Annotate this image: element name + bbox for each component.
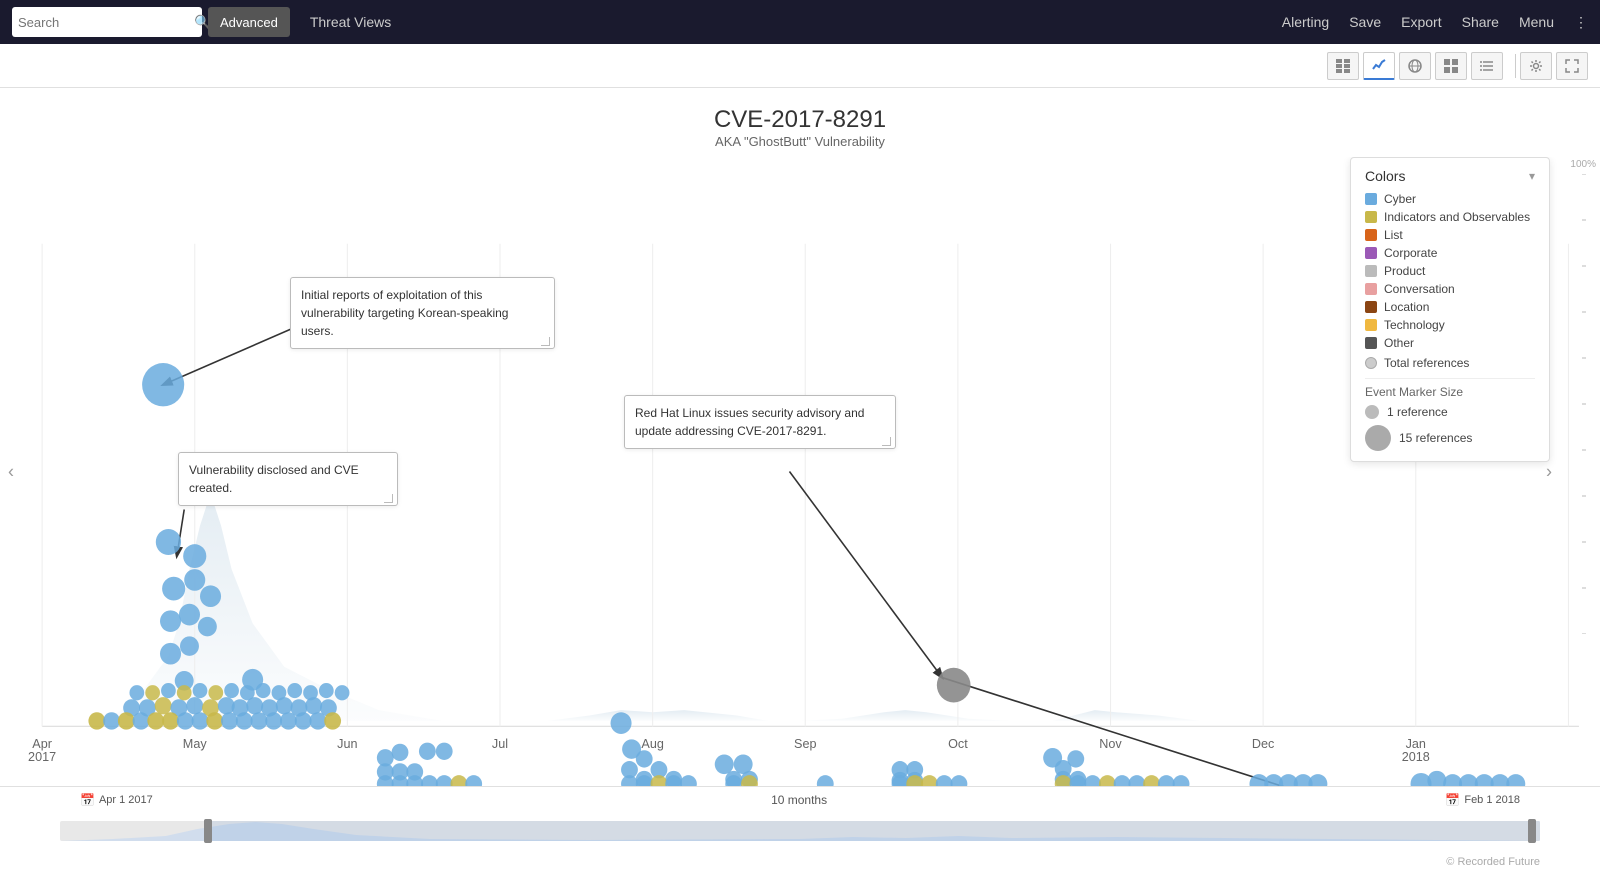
- size-item-small-label: 1 reference: [1387, 405, 1448, 419]
- total-ref-dot: [1365, 357, 1377, 369]
- annotation-2: Vulnerability disclosed and CVE created.: [178, 452, 398, 506]
- size-item-small: 1 reference: [1365, 405, 1535, 419]
- legend-item-indicators-and-observables: Indicators and Observables: [1365, 210, 1535, 224]
- timeline-section: 📅 Apr 1 2017 10 months 📅 Feb 1 2018: [0, 786, 1600, 874]
- nav-right: Alerting Save Export Share Menu ⋮: [1282, 14, 1588, 31]
- share-button[interactable]: Share: [1462, 14, 1499, 30]
- annotation-3: Red Hat Linux issues security advisory a…: [624, 395, 896, 449]
- date-labels-row: 📅 Apr 1 2017 10 months 📅 Feb 1 2018: [0, 787, 1600, 807]
- size-item-large: 15 references: [1365, 425, 1535, 451]
- start-date-label: 📅 Apr 1 2017: [80, 793, 153, 807]
- menu-dots-icon[interactable]: ⋮: [1574, 14, 1588, 31]
- main-content: CVE-2017-8291 AKA "GhostButt" Vulnerabil…: [0, 88, 1600, 874]
- large-circle: [1365, 425, 1391, 451]
- chart-view-button[interactable]: [1363, 52, 1395, 80]
- timeline-handle-left[interactable]: [204, 819, 212, 843]
- timeline-range: [208, 821, 1540, 841]
- cal-end-icon: 📅: [1445, 793, 1460, 807]
- advanced-button[interactable]: Advanced: [208, 7, 290, 37]
- percent-ticks: [1570, 174, 1586, 634]
- svg-text:Dec: Dec: [1252, 736, 1275, 751]
- top-nav: 🔍 Advanced Threat Views Alerting Save Ex…: [0, 0, 1600, 44]
- legend-divider: [1365, 378, 1535, 379]
- settings-button[interactable]: [1520, 52, 1552, 80]
- toolbar-separator: [1515, 54, 1516, 78]
- grid-view-button[interactable]: [1435, 52, 1467, 80]
- threat-views-label[interactable]: Threat Views: [310, 14, 391, 30]
- colors-legend-chevron[interactable]: ▾: [1529, 169, 1535, 183]
- chart-container: Apr 2017 May Jun Jul Aug Sep Oct Nov Dec…: [0, 157, 1600, 786]
- list-view-button[interactable]: [1471, 52, 1503, 80]
- svg-text:May: May: [183, 736, 207, 751]
- svg-text:Jul: Jul: [492, 736, 508, 751]
- toolbar: [0, 44, 1600, 88]
- timeline-bar: [60, 813, 1540, 849]
- legend-item-technology: Technology: [1365, 318, 1535, 332]
- colors-legend: Colors ▾ Cyber Indicators and Observables…: [1350, 157, 1550, 462]
- view-buttons: [1327, 52, 1503, 80]
- toolbar-right-buttons: [1520, 52, 1588, 80]
- cal-start-icon: 📅: [80, 793, 95, 807]
- menu-button[interactable]: Menu: [1519, 14, 1554, 30]
- legend-total-references: Total references: [1365, 356, 1535, 370]
- legend-item-list: List: [1365, 228, 1535, 242]
- end-date-label: 📅 Feb 1 2018: [1445, 793, 1520, 807]
- svg-text:Aug: Aug: [641, 736, 663, 751]
- end-date-text: Feb 1 2018: [1464, 794, 1520, 806]
- percent-axis: 100%: [1570, 157, 1596, 726]
- start-date-text: Apr 1 2017: [99, 794, 153, 806]
- alerting-button[interactable]: Alerting: [1282, 14, 1329, 30]
- table-view-button[interactable]: [1327, 52, 1359, 80]
- svg-text:2018: 2018: [1402, 749, 1430, 764]
- scroll-left-button[interactable]: ‹: [0, 453, 22, 490]
- size-items: 1 reference 15 references: [1365, 405, 1535, 451]
- svg-text:Jun: Jun: [337, 736, 357, 751]
- small-circle: [1365, 405, 1379, 419]
- legend-item-product: Product: [1365, 264, 1535, 278]
- chart-title: CVE-2017-8291: [0, 106, 1600, 134]
- legend-item-location: Location: [1365, 300, 1535, 314]
- svg-text:Sep: Sep: [794, 736, 816, 751]
- timeline-handle-right[interactable]: [1528, 819, 1536, 843]
- export-button[interactable]: Export: [1401, 14, 1441, 30]
- copyright: © Recorded Future: [1446, 856, 1540, 868]
- chart-title-area: CVE-2017-8291 AKA "GhostButt" Vulnerabil…: [0, 88, 1600, 157]
- timeline-track: [60, 821, 1540, 841]
- legend-item-other: Other: [1365, 336, 1535, 350]
- svg-text:Oct: Oct: [948, 736, 968, 751]
- percent-label: 100%: [1570, 159, 1596, 170]
- globe-view-button[interactable]: [1399, 52, 1431, 80]
- legend-item-corporate: Corporate: [1365, 246, 1535, 260]
- search-input[interactable]: [18, 15, 194, 30]
- annotation-1: Initial reports of exploitation of this …: [290, 277, 555, 349]
- chart-subtitle: AKA "GhostButt" Vulnerability: [0, 134, 1600, 149]
- size-item-large-label: 15 references: [1399, 431, 1472, 445]
- event-marker-size-label: Event Marker Size: [1365, 385, 1535, 399]
- duration-label: 10 months: [771, 793, 827, 807]
- total-references-label: Total references: [1384, 356, 1469, 370]
- svg-text:2017: 2017: [28, 749, 56, 764]
- svg-text:Nov: Nov: [1099, 736, 1122, 751]
- colors-legend-header: Colors ▾: [1365, 168, 1535, 184]
- legend-item-cyber: Cyber: [1365, 192, 1535, 206]
- legend-item-conversation: Conversation: [1365, 282, 1535, 296]
- save-button[interactable]: Save: [1349, 14, 1381, 30]
- search-box: 🔍: [12, 7, 202, 37]
- fullscreen-button[interactable]: [1556, 52, 1588, 80]
- legend-items: Cyber Indicators and Observables List Corpo…: [1365, 192, 1535, 350]
- colors-legend-title: Colors: [1365, 168, 1405, 184]
